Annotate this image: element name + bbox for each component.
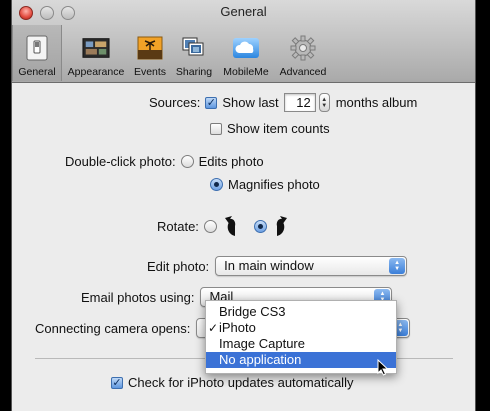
tab-label: Appearance (67, 66, 125, 78)
popup-arrows-icon: ▲▼ (389, 258, 406, 274)
months-album-label: months album (335, 95, 418, 110)
tab-appearance[interactable]: Appearance (62, 25, 130, 81)
sources-label: Sources: (149, 95, 201, 110)
show-item-counts-label: Show item counts (227, 121, 330, 136)
show-last-label: Show last (222, 95, 279, 110)
months-stepper[interactable]: ▲ ▼ (318, 93, 330, 112)
tab-mobileme[interactable]: MobileMe (218, 25, 274, 81)
appearance-icon (82, 34, 110, 62)
events-icon (136, 34, 164, 62)
rotate-clockwise-radio[interactable] (253, 219, 267, 233)
mouse-pointer-icon (377, 358, 389, 379)
edits-photo-label: Edits photo (198, 154, 264, 169)
preferences-toolbar: General Appearance Events Sharing Mobile… (12, 25, 332, 81)
edit-photo-value: In main window (224, 258, 314, 273)
rotate-counterclockwise-radio[interactable] (203, 219, 217, 233)
edit-photo-label: Edit photo: (147, 258, 210, 274)
tab-label: Events (133, 66, 167, 78)
tab-label: General (18, 66, 56, 78)
menu-item-label: Image Capture (219, 336, 305, 351)
menu-item-iphoto[interactable]: ✓ iPhoto (206, 320, 396, 336)
edits-photo-radio[interactable] (180, 155, 194, 168)
item-counts-row: Show item counts (210, 121, 330, 136)
sources-row: Sources: ✓ Show last 12 ▲ ▼ months album (149, 93, 417, 112)
double-click-row: Double-click photo: Edits photo (65, 154, 264, 169)
tab-label: MobileMe (223, 66, 269, 78)
window-title: General (220, 4, 267, 19)
tab-general[interactable]: General (12, 25, 62, 81)
menu-item-image-capture[interactable]: Image Capture (206, 336, 396, 352)
show-last-checkbox[interactable]: ✓ (205, 96, 218, 109)
rotate-counterclockwise-icon (224, 215, 238, 237)
menu-item-label: iPhoto (219, 320, 256, 335)
magnifies-photo-label: Magnifies photo (228, 177, 320, 192)
camera-opens-menu: Bridge CS3 ✓ iPhoto Image Capture No appl… (205, 300, 397, 374)
general-switch-icon (23, 34, 51, 62)
advanced-gear-icon (289, 34, 317, 62)
edit-photo-popup[interactable]: In main window ▲ ▼ (215, 256, 408, 276)
window-chrome: General General Appearance Events Sharin… (12, 0, 475, 83)
magnifies-row: Magnifies photo (210, 177, 320, 192)
tab-label: Sharing (175, 66, 213, 78)
rotate-label: Rotate: (157, 218, 199, 234)
menu-item-no-application[interactable]: No application (206, 352, 396, 368)
tab-label: Advanced (279, 66, 327, 78)
edit-photo-row: Edit photo: In main window ▲ ▼ (147, 256, 408, 276)
preferences-window: General General Appearance Events Sharin… (11, 0, 476, 411)
checkmark-icon: ✓ (208, 321, 219, 335)
months-field[interactable]: 12 (283, 93, 316, 112)
show-item-counts-checkbox[interactable] (210, 122, 222, 135)
rotate-row: Rotate: (157, 215, 288, 237)
check-updates-label: Check for iPhoto updates automatically (128, 375, 354, 390)
rotate-clockwise-icon (274, 215, 288, 237)
tab-advanced[interactable]: Advanced (274, 25, 332, 81)
check-updates-checkbox[interactable]: ✓ (111, 376, 123, 389)
mobileme-cloud-icon (232, 34, 260, 62)
menu-item-label: Bridge CS3 (219, 304, 286, 319)
sharing-icon (180, 34, 208, 62)
camera-opens-label: Connecting camera opens: (35, 320, 191, 336)
magnifies-photo-radio[interactable] (210, 178, 223, 191)
email-photos-label: Email photos using: (81, 289, 195, 305)
double-click-label: Double-click photo: (65, 154, 176, 169)
menu-item-bridge-cs3[interactable]: Bridge CS3 (206, 304, 396, 320)
tab-sharing[interactable]: Sharing (170, 25, 218, 81)
menu-item-label: No application (219, 352, 302, 367)
check-updates-row: ✓ Check for iPhoto updates automatically (111, 375, 353, 390)
tab-events[interactable]: Events (130, 25, 170, 81)
